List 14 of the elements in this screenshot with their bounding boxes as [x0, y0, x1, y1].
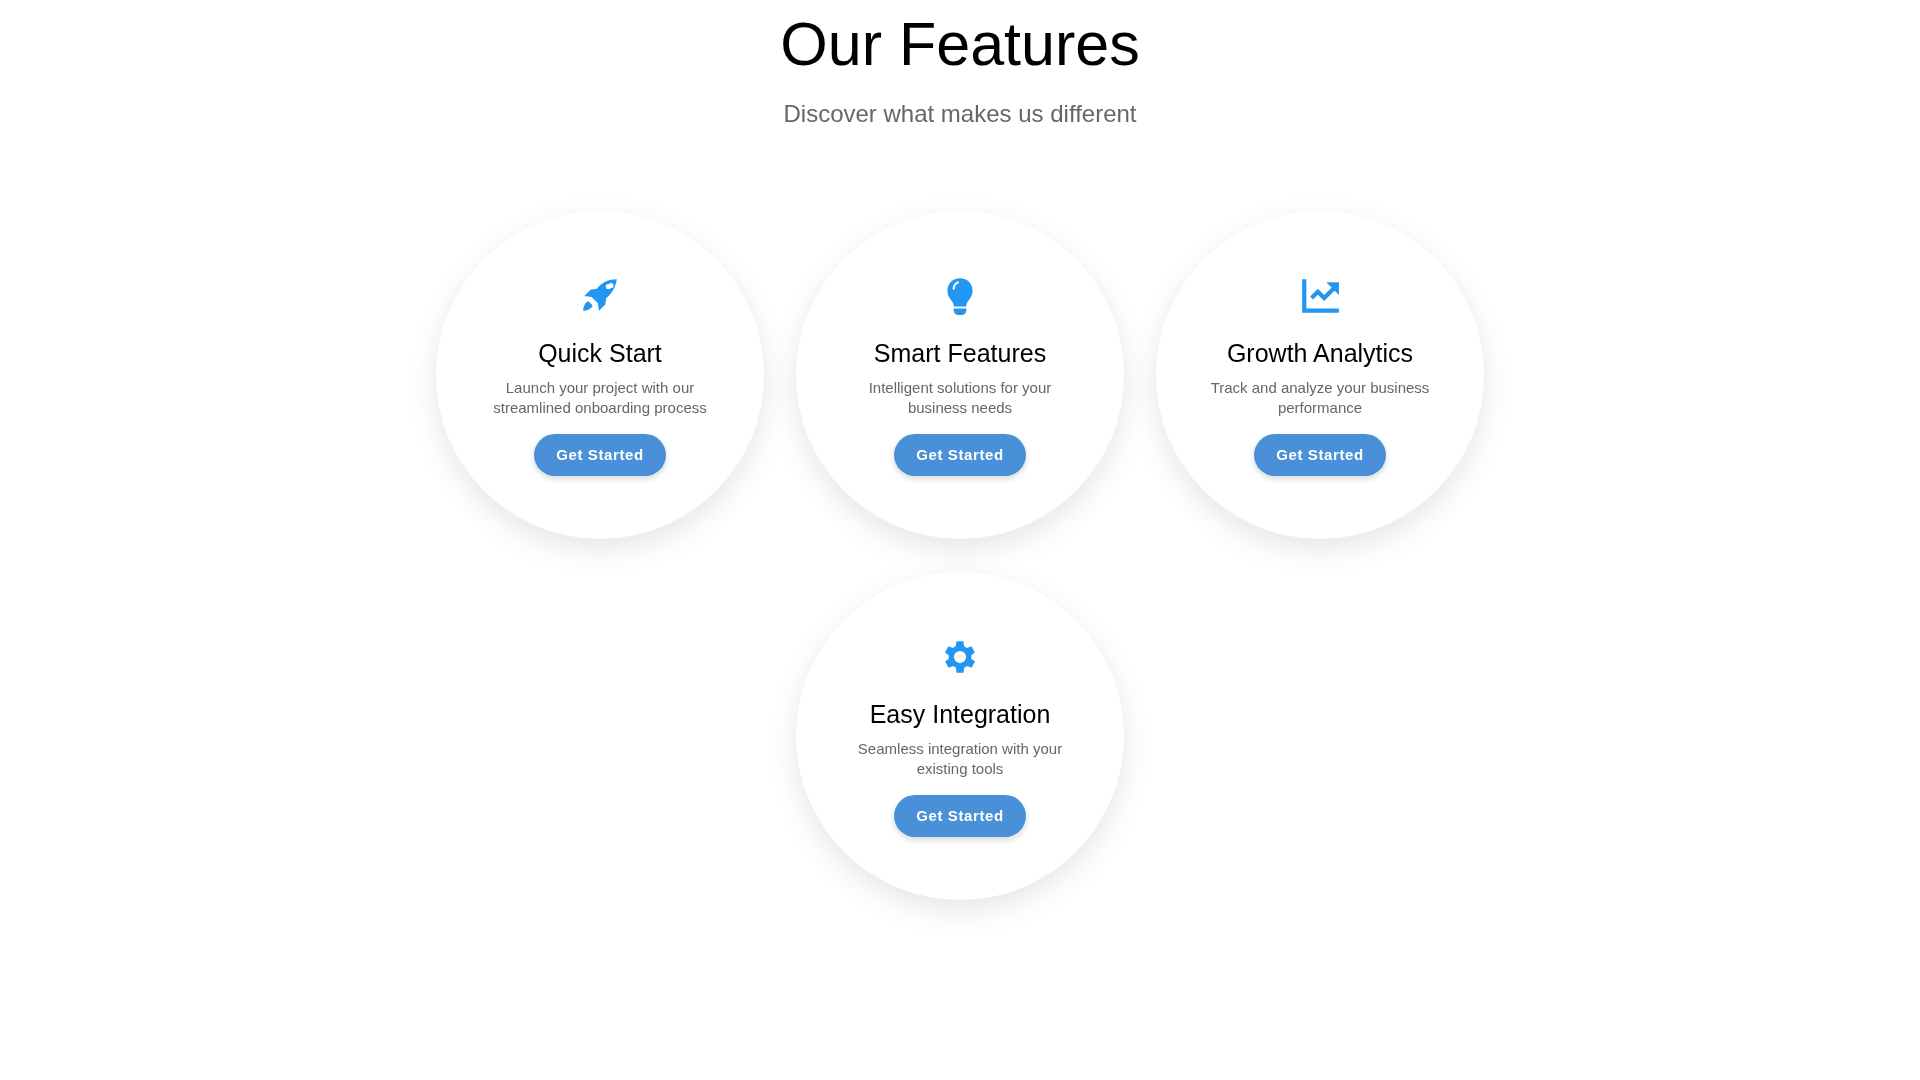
feature-title: Easy Integration [869, 699, 1051, 729]
get-started-button[interactable]: Get Started [894, 794, 1026, 837]
feature-description: Launch your project with our streamlined onboarding process [492, 377, 708, 418]
feature-description: Intelligent solutions for your business needs [867, 377, 1053, 418]
get-started-button[interactable]: Get Started [1254, 433, 1386, 476]
feature-title: Quick Start [538, 338, 662, 368]
get-started-button[interactable]: Get Started [894, 433, 1026, 476]
page-subtitle: Discover what makes us different [782, 100, 1138, 128]
feature-title: Growth Analytics [1226, 338, 1414, 368]
page-title: Our Features [779, 9, 1141, 80]
feature-title: Smart Features [873, 338, 1047, 368]
feature-description: Track and analyze your business performance [1209, 377, 1431, 418]
feature-description: Seamless integration with your existing tools [856, 738, 1064, 779]
get-started-button[interactable]: Get Started [534, 433, 666, 476]
